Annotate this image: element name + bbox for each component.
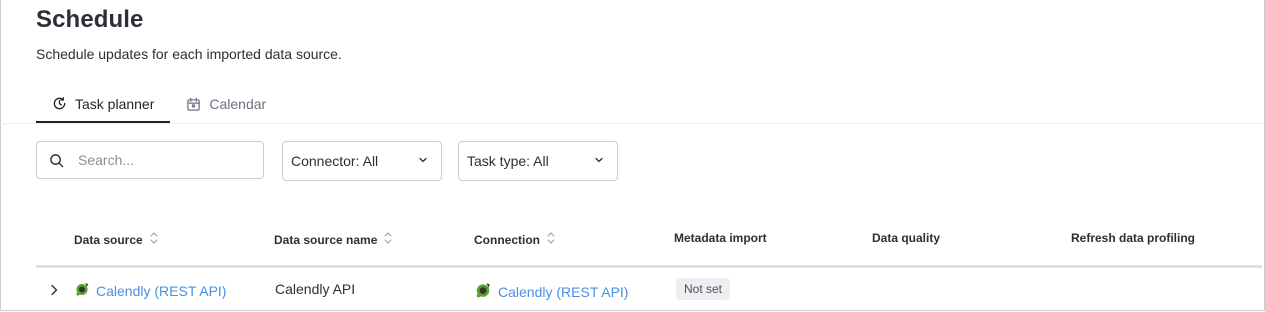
chevron-right-icon[interactable] bbox=[48, 283, 60, 297]
sort-icon bbox=[383, 231, 393, 248]
column-label: Data quality bbox=[872, 231, 941, 245]
tab-task-planner-label: Task planner bbox=[75, 95, 155, 112]
status-badge: Not set bbox=[676, 278, 731, 300]
schedule-table: Data source Data source name Connection … bbox=[36, 218, 1262, 312]
column-label: Data source bbox=[74, 232, 143, 247]
column-header-data-source-name[interactable]: Data source name bbox=[274, 231, 393, 248]
table-header: Data source Data source name Connection … bbox=[36, 218, 1262, 268]
search-input[interactable] bbox=[76, 151, 250, 169]
column-header-connection[interactable]: Connection bbox=[474, 231, 556, 248]
column-label: Data source name bbox=[274, 232, 378, 247]
connection-link[interactable]: Calendly (REST API) bbox=[498, 284, 628, 300]
search-box bbox=[36, 141, 264, 179]
calendar-icon bbox=[186, 97, 201, 112]
task-type-filter-select[interactable]: Task type: All bbox=[458, 141, 618, 181]
sort-icon bbox=[546, 231, 556, 248]
data-source-link[interactable]: Calendly (REST API) bbox=[96, 283, 226, 299]
chevron-down-icon bbox=[593, 153, 605, 169]
tab-task-planner[interactable]: Task planner bbox=[36, 86, 171, 123]
page-subtitle: Schedule updates for each imported data … bbox=[36, 46, 342, 62]
column-label: Metadata import bbox=[674, 231, 767, 245]
search-icon bbox=[49, 153, 64, 168]
column-header-refresh-data-profiling: Refresh data profiling bbox=[1071, 231, 1195, 245]
tab-bar: Task planner Calendar bbox=[36, 86, 282, 123]
column-header-data-source[interactable]: Data source bbox=[74, 231, 159, 248]
calendly-logo-icon bbox=[474, 281, 492, 302]
page-title: Schedule bbox=[36, 6, 144, 33]
calendly-logo-icon bbox=[74, 281, 90, 300]
tab-calendar[interactable]: Calendar bbox=[170, 86, 282, 122]
tab-calendar-label: Calendar bbox=[209, 96, 267, 112]
sort-icon bbox=[149, 231, 159, 248]
cell-metadata-import: Not set bbox=[676, 278, 731, 300]
tab-divider bbox=[0, 123, 1263, 124]
connector-filter-label: Connector: All bbox=[291, 153, 379, 169]
table-row: Calendly (REST API) Calendly API Calendl… bbox=[36, 268, 1262, 312]
column-label: Connection bbox=[474, 232, 540, 247]
chevron-down-icon bbox=[417, 153, 429, 169]
column-label: Refresh data profiling bbox=[1071, 231, 1196, 245]
cell-data-source-name: Calendly API bbox=[275, 281, 356, 297]
connector-filter-select[interactable]: Connector: All bbox=[282, 141, 442, 181]
clock-refresh-icon bbox=[52, 96, 67, 111]
cell-data-source: Calendly (REST API) bbox=[74, 281, 226, 300]
column-header-metadata-import: Metadata import bbox=[674, 231, 767, 245]
cell-connection: Calendly (REST API) bbox=[474, 281, 628, 302]
task-type-filter-label: Task type: All bbox=[467, 153, 549, 169]
column-header-data-quality: Data quality bbox=[872, 231, 940, 245]
